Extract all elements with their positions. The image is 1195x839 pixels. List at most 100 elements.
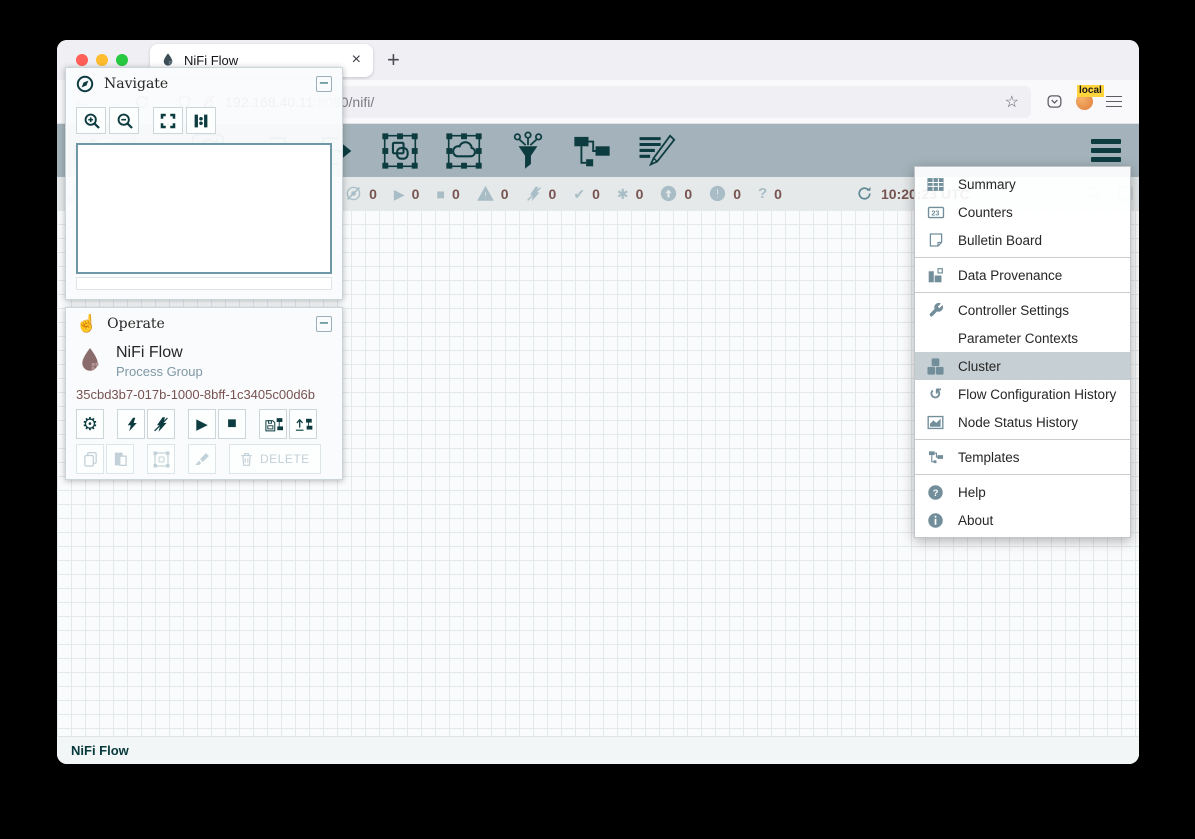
tab-title: NiFi Flow: [184, 53, 350, 68]
tab-close-icon[interactable]: ×: [350, 51, 363, 69]
remote-process-group-component-icon[interactable]: [443, 130, 485, 172]
menu-label: About: [958, 513, 993, 528]
profile-button[interactable]: local: [1069, 87, 1099, 117]
delete-button[interactable]: DELETE: [229, 444, 321, 474]
operate-buttons-row2: DELETE: [66, 439, 342, 474]
browser-menu-icon[interactable]: [1099, 96, 1129, 108]
menu-item-flow-configuration-history[interactable]: ↺ Flow Configuration History: [915, 380, 1130, 408]
templates-icon: [926, 449, 945, 465]
status-up-to-date: ✔ 0: [573, 186, 600, 202]
sync-failure-question-icon: ?: [758, 186, 767, 201]
breadcrumb-root-link[interactable]: NiFi Flow: [71, 743, 129, 758]
menu-item-templates[interactable]: Templates: [915, 443, 1130, 471]
menu-label: Parameter Contexts: [958, 331, 1078, 346]
profile-badge: local: [1077, 85, 1104, 97]
menu-item-node-status-history[interactable]: Node Status History: [915, 408, 1130, 436]
menu-label: Bulletin Board: [958, 233, 1042, 248]
navigate-collapse-button[interactable]: −: [316, 76, 332, 92]
menu-item-cluster[interactable]: Cluster: [915, 352, 1130, 380]
configure-gear-button[interactable]: ⚙: [76, 409, 104, 439]
menu-item-parameter-contexts[interactable]: Parameter Contexts: [915, 324, 1130, 352]
start-button[interactable]: ▶: [188, 409, 216, 439]
group-button[interactable]: [147, 444, 175, 474]
navigate-header: Navigate −: [66, 68, 342, 100]
menu-item-about[interactable]: About: [915, 506, 1130, 534]
operate-title: Operate: [107, 316, 165, 332]
menu-label: Controller Settings: [958, 303, 1069, 318]
bookmark-star-icon[interactable]: ☆: [1005, 92, 1019, 112]
copy-button[interactable]: [76, 444, 104, 474]
selected-flow-name: NiFi Flow: [116, 344, 203, 362]
not-transmitting-icon: [345, 185, 362, 202]
status-sync-failure: ? 0: [758, 186, 782, 202]
new-tab-button[interactable]: +: [387, 47, 400, 73]
global-menu: Summary 23 Counters Bulletin Board Data …: [914, 166, 1131, 538]
template-component-icon[interactable]: [571, 130, 613, 172]
menu-item-help[interactable]: ? Help: [915, 478, 1130, 506]
operate-palette: ☝ Operate − NiFi Flow Process Group 35cb…: [65, 307, 343, 480]
menu-separator: [915, 257, 1130, 258]
menu-item-data-provenance[interactable]: Data Provenance: [915, 261, 1130, 289]
menu-label: Help: [958, 485, 986, 500]
summary-table-icon: [926, 176, 945, 193]
close-window-button[interactable]: [76, 54, 88, 66]
locally-modified-asterisk-icon: ✱: [617, 187, 629, 201]
navigate-palette: Navigate −: [65, 67, 343, 300]
menu-item-summary[interactable]: Summary: [915, 170, 1130, 198]
nifi-global-menu-icon[interactable]: [1091, 139, 1125, 162]
minimize-window-button[interactable]: [96, 54, 108, 66]
birdseye-view[interactable]: [76, 143, 332, 274]
zoom-out-button[interactable]: [109, 107, 139, 134]
zoom-window-button[interactable]: [116, 54, 128, 66]
disable-bolt-button[interactable]: [147, 409, 175, 439]
menu-item-counters[interactable]: 23 Counters: [915, 198, 1130, 226]
wrench-icon: [926, 302, 945, 318]
breadcrumb: NiFi Flow: [57, 736, 1139, 764]
menu-separator: [915, 439, 1130, 440]
fill-color-brush-button[interactable]: [188, 444, 216, 474]
status-disabled: 0: [526, 186, 557, 202]
stopped-square-icon: ■: [436, 187, 444, 201]
help-icon: ?: [926, 484, 945, 501]
modified-stale-exclamation-icon: [709, 185, 726, 202]
up-to-date-check-icon: ✔: [573, 187, 585, 201]
node-status-history-icon: [926, 414, 945, 431]
process-group-drop-icon: [76, 343, 104, 379]
birdseye-slider[interactable]: [76, 277, 332, 290]
trash-icon: [240, 452, 253, 467]
zoom-fit-button[interactable]: [153, 107, 183, 134]
status-running: ▶ 0: [394, 186, 420, 202]
refresh-icon[interactable]: [856, 185, 873, 202]
menu-item-bulletin-board[interactable]: Bulletin Board: [915, 226, 1130, 254]
operate-collapse-button[interactable]: −: [316, 316, 332, 332]
upload-template-button[interactable]: [289, 409, 317, 439]
delete-label: DELETE: [260, 452, 310, 466]
enable-bolt-button[interactable]: [117, 409, 145, 439]
running-play-icon: ▶: [394, 187, 405, 201]
save-template-button[interactable]: [259, 409, 287, 439]
label-component-icon[interactable]: [635, 130, 677, 172]
window-controls: [76, 54, 128, 66]
menu-label: Cluster: [958, 359, 1001, 374]
pocket-icon[interactable]: [1039, 87, 1069, 117]
data-provenance-icon: [926, 267, 945, 284]
browser-window: NiFi Flow × + ← → 192.168.40.11:8080/nif…: [57, 40, 1139, 764]
status-invalid: 0: [477, 185, 509, 202]
process-group-component-icon[interactable]: [379, 130, 421, 172]
actual-size-button[interactable]: [186, 107, 216, 134]
status-locally-modified-stale: 0: [709, 185, 741, 202]
stop-button[interactable]: ■: [218, 409, 246, 439]
counters-icon: 23: [926, 204, 945, 221]
zoom-in-button[interactable]: [76, 107, 106, 134]
menu-label: Templates: [958, 450, 1020, 465]
paste-button[interactable]: [106, 444, 134, 474]
disabled-bolt-icon: [526, 186, 542, 202]
hand-icon: ☝: [76, 314, 97, 334]
operate-buttons-row1: ⚙ ▶ ■: [66, 404, 342, 439]
menu-label: Summary: [958, 177, 1016, 192]
menu-item-controller-settings[interactable]: Controller Settings: [915, 296, 1130, 324]
funnel-component-icon[interactable]: [507, 130, 549, 172]
selected-component: NiFi Flow Process Group: [66, 340, 342, 379]
menu-label: Node Status History: [958, 415, 1078, 430]
invalid-warning-icon: [477, 185, 494, 202]
